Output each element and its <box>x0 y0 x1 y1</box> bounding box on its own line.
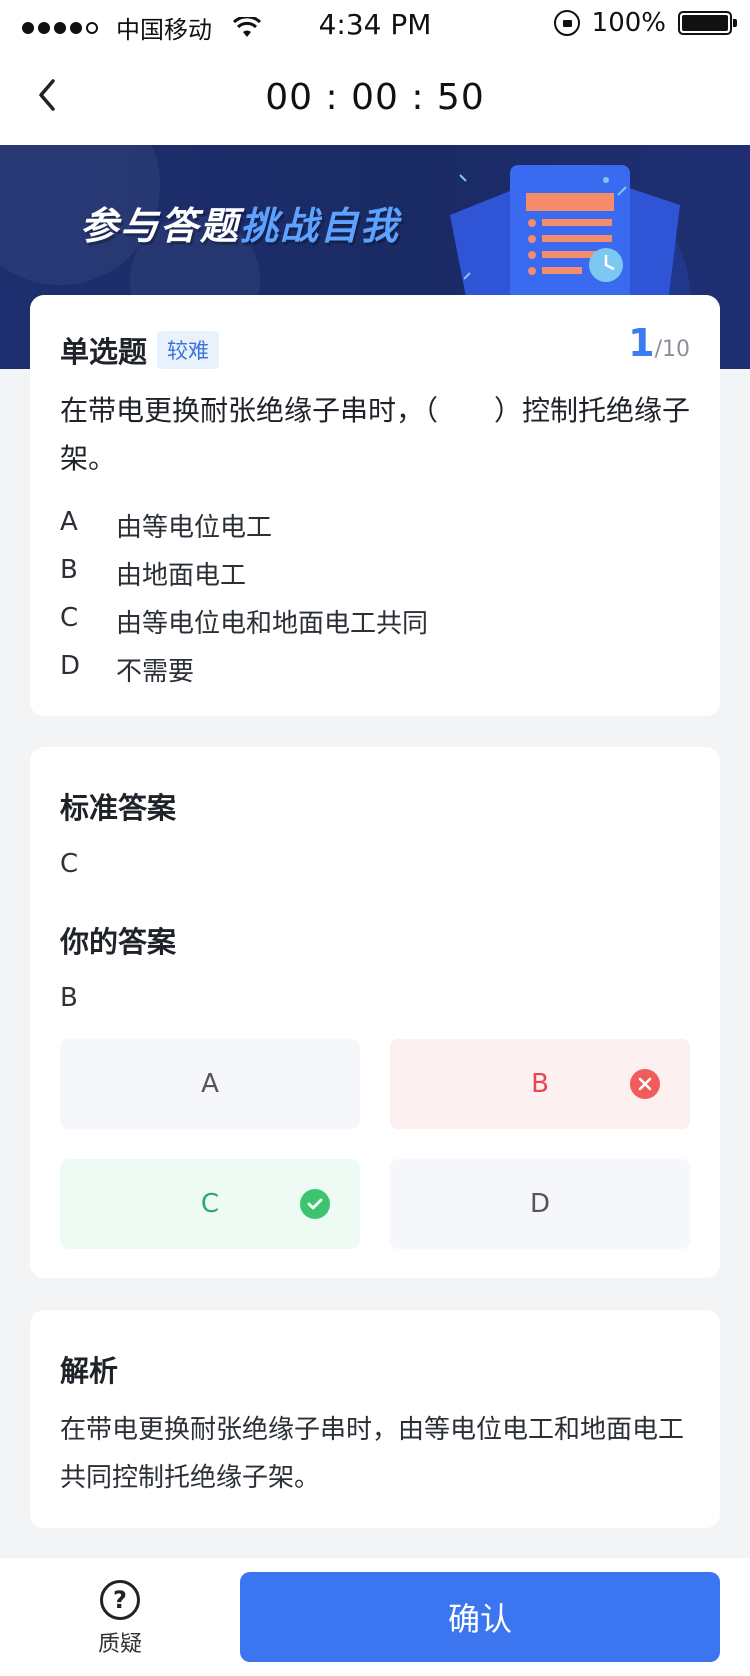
question-card: 单选题 较难 1/10 在带电更换耐张绝缘子串时，（ ）控制托绝缘子架。 A 由… <box>30 295 720 716</box>
chevron-left-icon <box>39 79 55 111</box>
battery-percent: 100% <box>591 8 666 38</box>
option-c: C 由等电位电和地面电工共同 <box>60 603 428 640</box>
question-header: 单选题 较难 <box>60 329 220 371</box>
answer-card: 标准答案 C 你的答案 B A B C D <box>30 747 720 1278</box>
standard-answer-value: C <box>60 849 79 879</box>
explanation-card: 解析 在带电更换耐张绝缘子串时，由等电位电工和地面电工共同控制托绝缘子架。 <box>30 1310 720 1528</box>
wifi-icon <box>232 16 262 37</box>
bottom-bar: ? 质疑 确认 <box>0 1558 750 1676</box>
choice-c-button[interactable]: C <box>60 1159 360 1249</box>
confirm-button[interactable]: 确认 <box>240 1572 720 1662</box>
check-icon <box>300 1189 330 1219</box>
explanation-text: 在带电更换耐张绝缘子串时，由等电位电工和地面电工共同控制托绝缘子架。 <box>60 1415 685 1493</box>
question-type: 单选题 <box>60 335 148 369</box>
question-progress: 1/10 <box>628 321 690 365</box>
choice-label: B <box>531 1069 549 1099</box>
doubt-button[interactable]: ? 质疑 <box>90 1580 150 1658</box>
banner-title: 参与答题挑战自我 <box>80 195 400 250</box>
question-current-index: 1 <box>628 321 655 365</box>
choice-label: C <box>200 1189 220 1219</box>
question-mark-icon: ? <box>100 1580 140 1620</box>
explanation-title: 解析 <box>60 1354 119 1388</box>
question-total: /10 <box>654 337 690 362</box>
choice-a-button[interactable]: A <box>60 1039 360 1129</box>
choice-label: D <box>529 1189 551 1219</box>
rotation-lock-icon <box>553 10 580 36</box>
your-answer-label: 你的答案 <box>60 925 177 959</box>
difficulty-badge: 较难 <box>157 331 220 369</box>
status-bar: 中国移动 4:34 PM 100% <box>0 0 750 50</box>
standard-answer-label: 标准答案 <box>60 791 177 825</box>
option-key: C <box>60 603 79 633</box>
option-d: D 不需要 <box>60 651 194 688</box>
back-button[interactable] <box>24 72 70 118</box>
choice-label: A <box>201 1069 219 1099</box>
countdown-timer: 00 : 00 : 50 <box>265 77 485 118</box>
choice-d-button[interactable]: D <box>390 1159 690 1249</box>
signal-icon <box>22 21 98 34</box>
banner-title-main: 参与答题 <box>80 204 241 248</box>
nav-bar: 00 : 00 : 50 <box>0 50 750 145</box>
banner-title-highlight: 挑战自我 <box>240 204 401 248</box>
your-answer-value: B <box>60 983 78 1013</box>
option-a: A 由等电位电工 <box>60 507 272 544</box>
choice-b-button[interactable]: B <box>390 1039 690 1129</box>
option-key: D <box>60 651 81 681</box>
question-stem: 在带电更换耐张绝缘子串时，（ ）控制托绝缘子架。 <box>60 394 691 475</box>
status-left: 中国移动 <box>22 10 262 45</box>
wrong-icon <box>630 1069 660 1099</box>
option-key: A <box>60 507 78 537</box>
option-key: B <box>60 555 78 585</box>
status-right: 100% <box>553 8 737 38</box>
doubt-label: 质疑 <box>97 1632 142 1657</box>
carrier-name: 中国移动 <box>116 16 212 44</box>
option-text: 由地面电工 <box>116 561 247 591</box>
option-b: B 由地面电工 <box>60 555 246 592</box>
battery-icon <box>678 11 737 35</box>
option-text: 不需要 <box>116 657 195 687</box>
option-text: 由等电位电和地面电工共同 <box>116 609 429 639</box>
option-text: 由等电位电工 <box>116 513 273 543</box>
